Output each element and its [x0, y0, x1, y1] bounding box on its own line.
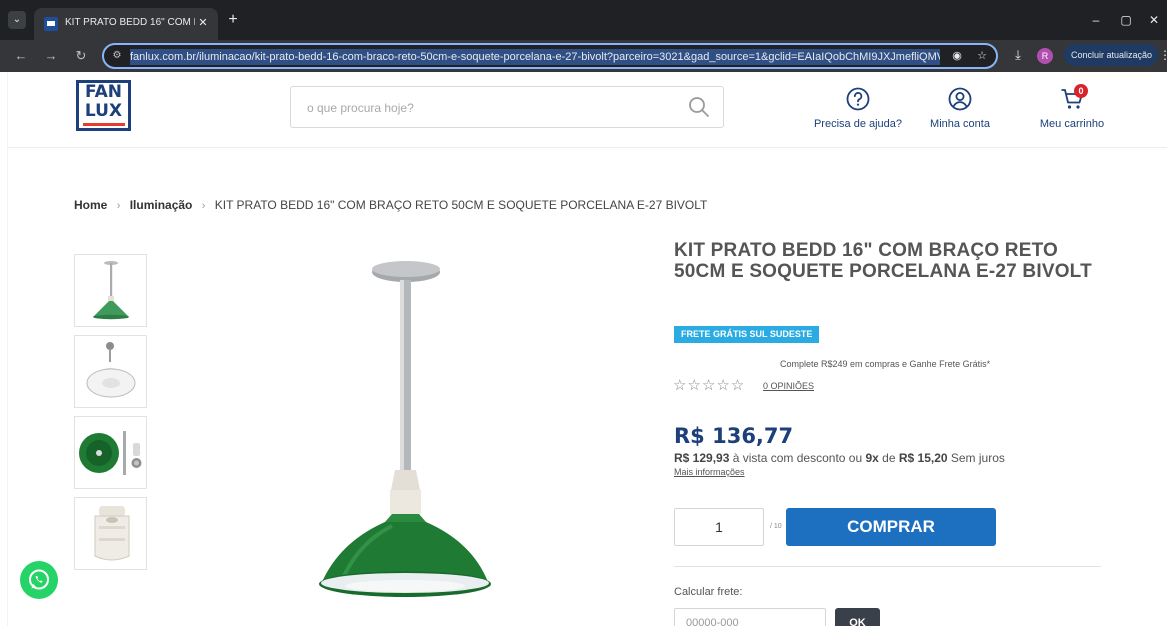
buy-button[interactable]: COMPRAR	[786, 508, 996, 546]
reload-icon[interactable]: ↻	[72, 47, 90, 65]
account-label: Minha conta	[930, 118, 990, 130]
white-shade-thumbnail-image	[86, 342, 136, 398]
help-icon	[846, 87, 870, 111]
lens-icon[interactable]: ◉	[949, 48, 965, 64]
search-icon[interactable]	[687, 95, 711, 119]
cart-count-badge: 0	[1074, 84, 1088, 98]
logo-accent	[83, 123, 125, 126]
tab-title: KIT PRATO BEDD 16" COM BRA	[65, 17, 195, 28]
cart-label: Meu carrinho	[1039, 118, 1105, 130]
new-tab-icon[interactable]: +	[224, 11, 242, 29]
breadcrumb-separator-icon: ›	[201, 200, 206, 212]
search-input[interactable]	[307, 98, 677, 118]
payment-terms: R$ 129,93 à vista com desconto ou 9x de …	[674, 451, 1005, 465]
cep-input[interactable]	[674, 608, 826, 626]
breadcrumb: Home › Iluminação › KIT PRATO BEDD 16" C…	[74, 198, 707, 212]
omnibox[interactable]: ⚙ fanlux.com.br/iluminacao/kit-prato-bed…	[102, 43, 998, 69]
porcelain-socket-thumbnail-image	[94, 506, 130, 561]
browser-tab[interactable]: KIT PRATO BEDD 16" COM BRA ✕	[34, 8, 218, 40]
quantity-max: / 10	[770, 523, 782, 530]
logo-line-2: LUX	[84, 101, 123, 121]
green-lamp-thumbnail-image	[93, 261, 129, 320]
site-info-icon[interactable]: ⚙	[110, 49, 124, 63]
download-icon[interactable]: ⤓	[1010, 47, 1026, 65]
fanlux-logo[interactable]: FAN LUX	[76, 80, 131, 131]
user-icon	[948, 87, 972, 111]
installments-suffix: Sem juros	[947, 451, 1005, 465]
quantity-input[interactable]	[674, 508, 764, 546]
search-box	[290, 86, 724, 128]
minimize-icon[interactable]: –	[1088, 12, 1104, 28]
page-left-edge	[0, 72, 8, 626]
address-bar: ← → ↻ ⚙ fanlux.com.br/iluminacao/kit-pra…	[0, 40, 1167, 72]
cart-link[interactable]: 0 Meu carrinho	[1034, 84, 1110, 138]
product-price: R$ 136,77	[674, 424, 794, 448]
bookmark-star-icon[interactable]: ☆	[974, 48, 990, 64]
close-window-icon[interactable]: ✕	[1146, 12, 1162, 28]
free-shipping-badge: FRETE GRÁTIS SUL SUDESTE	[674, 326, 820, 343]
free-shipping-promo: Complete R$249 em compras e Ganhe Frete …	[780, 359, 991, 369]
cep-ok-button[interactable]: OK	[835, 608, 880, 626]
divider	[674, 566, 1101, 567]
reviews-link[interactable]: 0 OPINIÕES	[763, 381, 814, 391]
installment-value: R$ 15,20	[898, 451, 948, 465]
installments-count: 9x	[865, 451, 879, 465]
whatsapp-button[interactable]	[20, 561, 58, 599]
account-link[interactable]: Minha conta	[924, 86, 996, 138]
parts-kit-thumbnail-image	[79, 431, 142, 475]
tab-close-icon[interactable]: ✕	[196, 16, 210, 30]
product-main-image	[319, 261, 491, 597]
forward-icon[interactable]: →	[42, 47, 60, 65]
browser-tab-bar: ⌄ KIT PRATO BEDD 16" COM BRA ✕ + – ▢ ✕	[0, 0, 1167, 40]
breadcrumb-home[interactable]: Home	[74, 198, 107, 212]
logo-line-1: FAN	[84, 82, 123, 102]
tab-search-icon[interactable]: ⌄	[8, 11, 26, 29]
whatsapp-icon	[29, 569, 49, 590]
shipping-calc-label: Calcular frete:	[674, 586, 743, 598]
more-info-link[interactable]: Mais informações	[674, 467, 745, 477]
update-button[interactable]: Concluir atualização	[1064, 44, 1158, 66]
breadcrumb-current: KIT PRATO BEDD 16" COM BRAÇO RETO 50CM E…	[214, 198, 708, 212]
back-icon[interactable]: ←	[12, 47, 30, 65]
favicon-icon	[44, 17, 58, 31]
product-title: KIT PRATO BEDD 16" COM BRAÇO RETO 50CM E…	[674, 240, 1092, 282]
breadcrumb-separator-icon: ›	[116, 200, 121, 212]
product-thumbnail-1[interactable]	[74, 254, 147, 327]
url-text[interactable]: fanlux.com.br/iluminacao/kit-prato-bedd-…	[130, 49, 940, 65]
help-label: Precisa de ajuda?	[813, 118, 903, 130]
rating-stars-icon[interactable]: ☆☆☆☆☆	[673, 376, 745, 394]
installments-of: de	[878, 451, 899, 465]
product-thumbnail-3[interactable]	[74, 416, 147, 489]
help-link[interactable]: Precisa de ajuda?	[812, 86, 904, 138]
breadcrumb-category[interactable]: Iluminação	[130, 198, 193, 212]
product-thumbnail-2[interactable]	[74, 335, 147, 408]
cash-text: à vista com desconto ou	[729, 451, 866, 465]
site-header: FAN LUX Precisa de ajuda? Minha conta	[0, 72, 1167, 148]
cash-price: R$ 129,93	[674, 451, 730, 465]
profile-avatar[interactable]: R	[1037, 48, 1053, 64]
product-thumbnail-4[interactable]	[74, 497, 147, 570]
maximize-icon[interactable]: ▢	[1118, 12, 1134, 28]
menu-dots-icon[interactable]: ⋮	[1159, 47, 1167, 63]
